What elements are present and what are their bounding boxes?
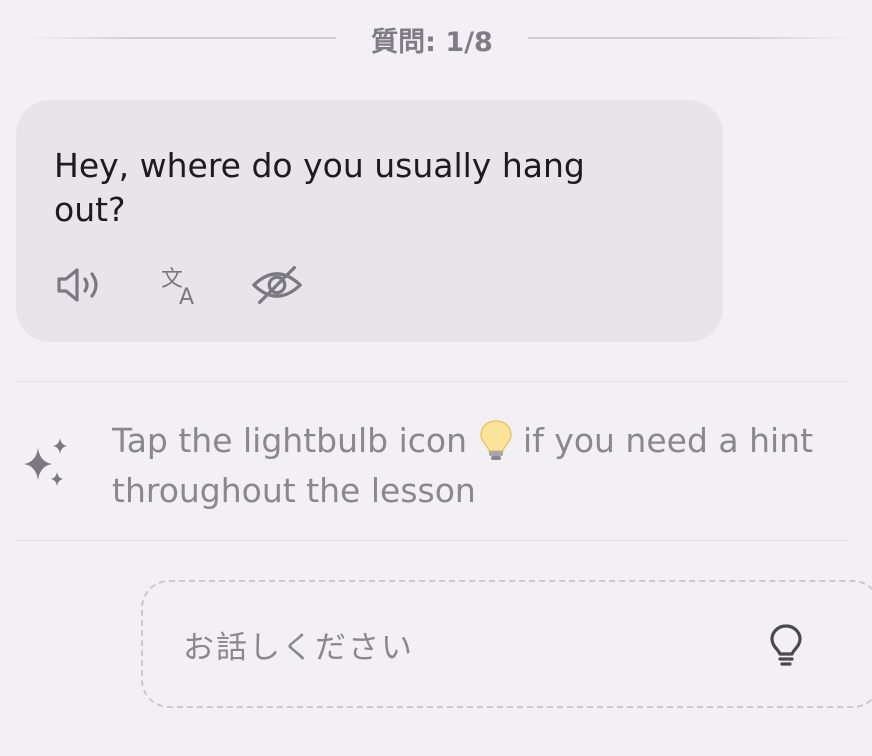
speaker-icon[interactable] [54, 260, 110, 310]
question-counter: 質問: 1/8 [371, 27, 493, 58]
eye-off-icon[interactable] [249, 260, 305, 310]
lightbulb-icon[interactable] [761, 620, 811, 670]
divider [16, 381, 848, 382]
progress-divider-right [528, 37, 852, 39]
question-progress: 質問: 1/8 [0, 14, 872, 64]
hint-text: Tap the lightbulb icon if you need a hin… [112, 416, 832, 516]
sparkles-icon [16, 434, 76, 494]
progress-divider-left [30, 37, 336, 39]
svg-text:A: A [179, 285, 194, 308]
hint-text-before: Tap the lightbulb icon [112, 421, 468, 460]
message-bubble: Hey, where do you usually hang out? 文 A [16, 100, 723, 342]
reply-input[interactable]: お話しください [141, 580, 872, 708]
divider [16, 540, 848, 541]
message-text: Hey, where do you usually hang out? [54, 146, 585, 229]
translate-icon[interactable]: 文 A [156, 260, 212, 310]
reply-placeholder: お話しください [183, 630, 414, 666]
hint-banner: Tap the lightbulb icon if you need a hin… [0, 404, 872, 522]
lesson-screen: 質問: 1/8 Hey, where do you usually hang o… [0, 0, 872, 756]
lightbulb-emoji-icon [479, 419, 513, 461]
